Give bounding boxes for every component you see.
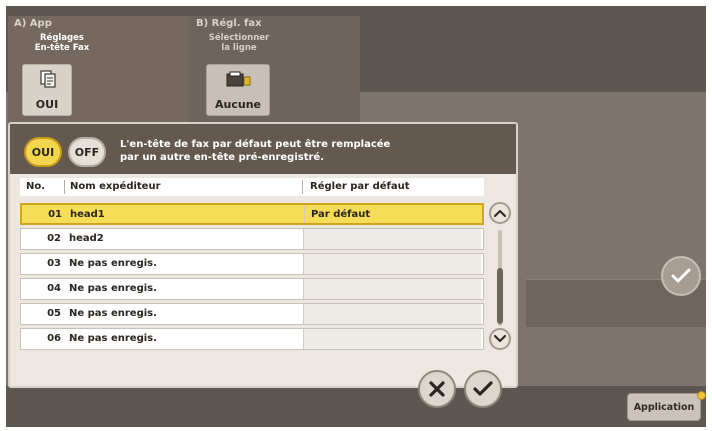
fax-header-dialog: OUI OFF L'en-tête de fax par défaut peut… xyxy=(8,122,518,388)
row-number: 04 xyxy=(47,283,61,294)
column-divider xyxy=(302,180,303,194)
tile-b-label: Aucune xyxy=(215,98,261,111)
check-icon xyxy=(671,268,691,283)
row-default xyxy=(303,304,481,324)
row-number: 06 xyxy=(47,333,61,344)
tab-regl-fax[interactable]: B) Régl. fax Sélectionner la ligne Aucun… xyxy=(188,16,360,126)
row-sender-name: head2 xyxy=(69,233,104,244)
tab-app-header[interactable]: A) App Réglages En-tête Fax OUI xyxy=(8,16,188,126)
table-row[interactable]: 06 Ne pas enregis. xyxy=(20,328,484,350)
table-row[interactable]: 02 head2 xyxy=(20,228,484,250)
dialog-message: L'en-tête de fax par défaut peut être re… xyxy=(120,138,500,164)
row-default xyxy=(303,229,481,249)
fax-header-icon xyxy=(40,70,56,88)
row-sender-name: Ne pas enregis. xyxy=(69,333,157,344)
row-sender-name: Ne pas enregis. xyxy=(69,283,157,294)
tab-a-line2: En-tête Fax xyxy=(34,43,90,53)
scrollbar[interactable] xyxy=(488,202,512,352)
row-default xyxy=(303,254,481,274)
check-icon xyxy=(473,381,493,396)
table-row[interactable]: 01 head1 Par défaut xyxy=(20,203,484,225)
row-number: 03 xyxy=(47,258,61,269)
column-header-name: Nom expéditeur xyxy=(70,181,161,192)
tile-a-label: OUI xyxy=(35,98,59,111)
dialog-message-line2: par un autre en-tête pré-enregistré. xyxy=(120,152,325,163)
toggle-off-button[interactable]: OFF xyxy=(68,137,106,167)
tab-a-line1: Réglages xyxy=(40,33,84,43)
tab-a-title: A) App xyxy=(14,18,52,29)
ok-button[interactable] xyxy=(464,370,502,408)
toggle-on-button[interactable]: OUI xyxy=(24,137,62,167)
bottom-bar xyxy=(6,386,706,427)
table-row[interactable]: 03 Ne pas enregis. xyxy=(20,253,484,275)
scroll-down-button[interactable] xyxy=(489,328,511,350)
tab-b-line2: la ligne xyxy=(221,43,257,53)
row-sender-name: Ne pas enregis. xyxy=(69,308,157,319)
confirm-side-button[interactable] xyxy=(661,256,701,296)
row-default xyxy=(303,279,481,299)
dialog-header: OUI OFF L'en-tête de fax par défaut peut… xyxy=(10,124,516,174)
tab-b-title: B) Régl. fax xyxy=(196,18,262,29)
column-header-default: Régler par défaut xyxy=(310,181,410,192)
row-sender-name: Ne pas enregis. xyxy=(69,258,157,269)
table-row[interactable]: 04 Ne pas enregis. xyxy=(20,278,484,300)
chevron-up-icon xyxy=(494,210,506,217)
cancel-button[interactable] xyxy=(418,370,456,408)
scroll-up-button[interactable] xyxy=(489,202,511,224)
tile-select-line[interactable]: Aucune xyxy=(206,64,270,116)
close-icon xyxy=(429,381,445,397)
row-number: 02 xyxy=(47,233,61,244)
fax-line-icon xyxy=(226,71,251,87)
row-sender-name: head1 xyxy=(70,209,105,220)
row-default: Par défaut xyxy=(304,205,482,223)
tab-b-line1: Sélectionner xyxy=(208,33,270,43)
row-number: 05 xyxy=(47,308,61,319)
table-header: No. Nom expéditeur Régler par défaut xyxy=(20,178,484,196)
column-header-no: No. xyxy=(26,181,46,192)
chevron-down-icon xyxy=(494,335,506,342)
scroll-thumb[interactable] xyxy=(497,268,503,324)
column-divider xyxy=(64,180,65,194)
row-number: 01 xyxy=(48,209,62,220)
table-row[interactable]: 05 Ne pas enregis. xyxy=(20,303,484,325)
dialog-message-line1: L'en-tête de fax par défaut peut être re… xyxy=(120,139,391,150)
application-button[interactable]: Application xyxy=(627,393,701,421)
notification-dot xyxy=(697,391,706,400)
tile-en-tete-fax[interactable]: OUI xyxy=(22,64,72,116)
row-default xyxy=(303,329,481,349)
